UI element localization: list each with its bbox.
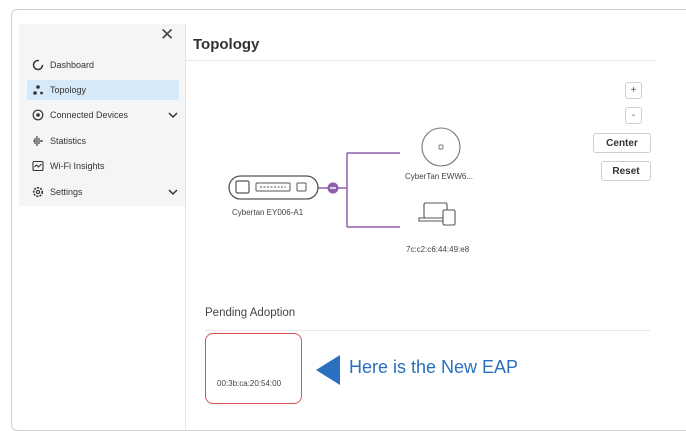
- callout-arrow-icon: [316, 355, 340, 385]
- access-point-icon[interactable]: [421, 127, 461, 167]
- client-label: 7c:c2:c6:44:49:e8: [406, 245, 470, 254]
- gateway-label: Cybertan EY006-A1: [232, 208, 304, 217]
- pending-adoption-title: Pending Adoption: [205, 307, 296, 319]
- gateway-icon[interactable]: [228, 175, 319, 200]
- pending-device-mac: 00:3b:ca:20:54:00: [217, 379, 282, 388]
- laptop-icon[interactable]: [418, 202, 456, 226]
- collapse-toggle-icon[interactable]: [327, 182, 339, 194]
- pending-divider: [205, 330, 650, 331]
- annotation-text: Here is the New EAP: [349, 357, 519, 377]
- topology-diagram: [228, 127, 461, 385]
- access-point-label: CyberTan EWW6...: [405, 172, 474, 181]
- pending-device-card[interactable]: [205, 333, 302, 404]
